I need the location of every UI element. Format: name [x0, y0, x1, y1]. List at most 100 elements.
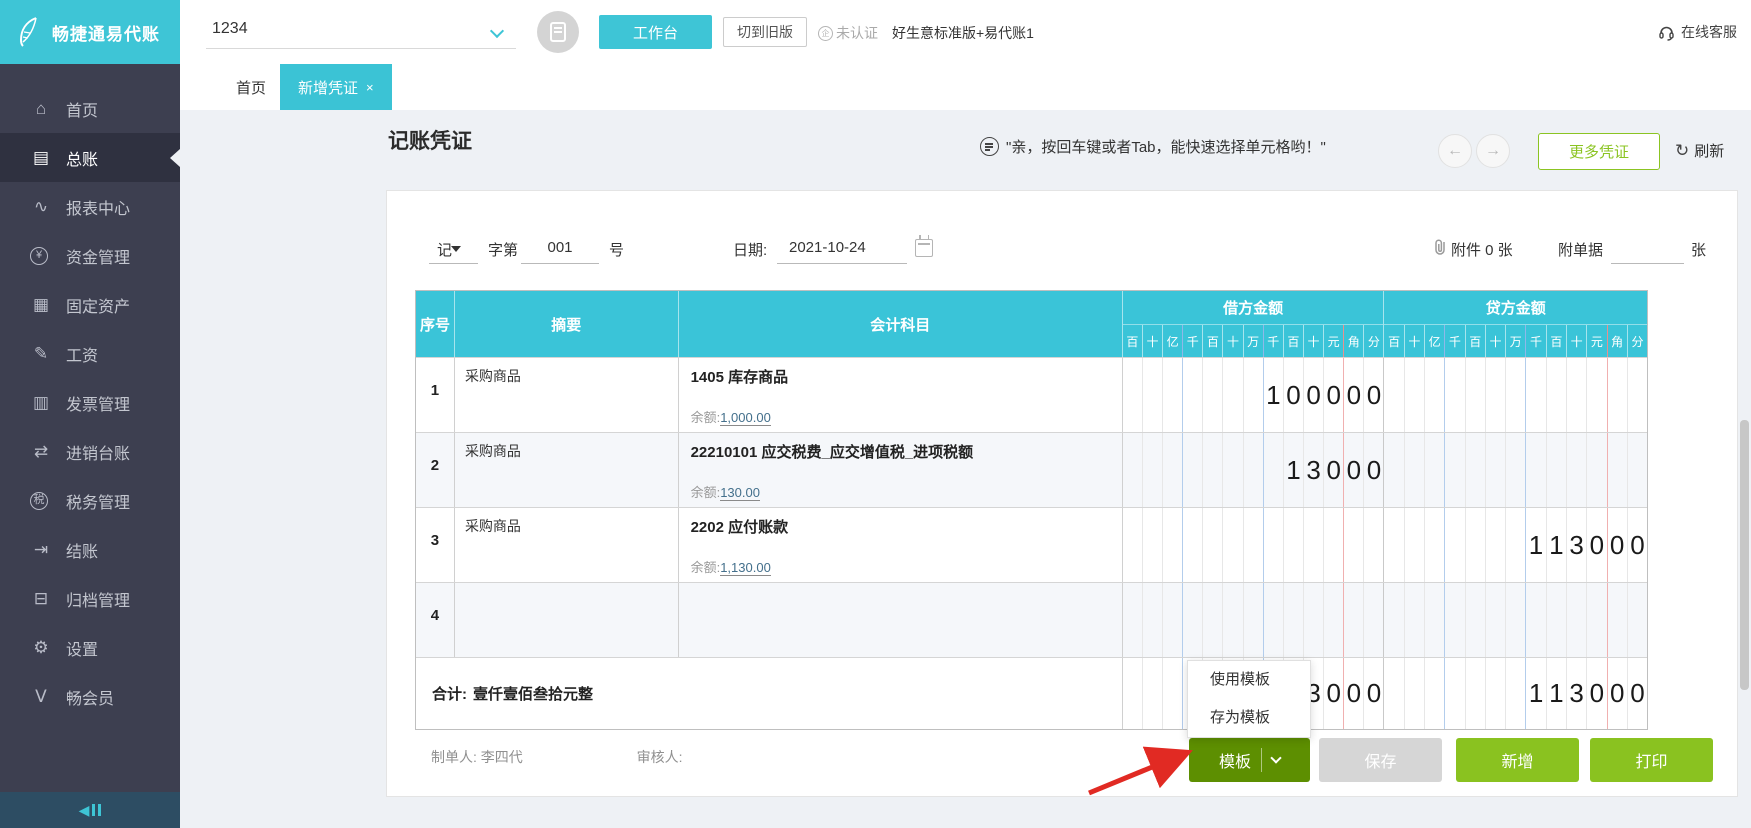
digit-cell[interactable]	[1183, 508, 1203, 582]
voucher-word-select[interactable]: 记	[437, 239, 452, 260]
digit-cell[interactable]	[1506, 433, 1526, 507]
total-credit-amount[interactable]: 113000	[1384, 658, 1647, 729]
digit-cell[interactable]	[1506, 658, 1526, 729]
digit-cell[interactable]	[1587, 358, 1607, 432]
digit-cell[interactable]: 3	[1304, 433, 1324, 507]
digit-cell[interactable]: 1	[1284, 433, 1304, 507]
sidebar-item-发票管理[interactable]: ▥发票管理	[0, 378, 180, 427]
sidebar-item-结账[interactable]: ⇥结账	[0, 525, 180, 574]
digit-cell[interactable]	[1123, 583, 1143, 657]
digit-cell[interactable]: 0	[1364, 433, 1383, 507]
digit-cell[interactable]: 1	[1264, 358, 1284, 432]
digit-cell[interactable]	[1506, 583, 1526, 657]
scrollbar-thumb[interactable]	[1740, 420, 1749, 690]
digit-cell[interactable]	[1143, 433, 1163, 507]
row3-debit-amount[interactable]	[1123, 508, 1385, 582]
digit-cell[interactable]	[1123, 358, 1143, 432]
digit-cell[interactable]	[1608, 433, 1628, 507]
sidebar-item-归档管理[interactable]: ⊟归档管理	[0, 574, 180, 623]
online-service-link[interactable]: 在线客服	[1658, 22, 1737, 42]
row-summary-cell[interactable]: 采购商品	[455, 358, 679, 432]
digit-cell[interactable]	[1203, 433, 1223, 507]
digit-cell[interactable]	[1123, 658, 1143, 729]
digit-cell[interactable]	[1425, 658, 1445, 729]
sidebar-item-畅会员[interactable]: Ⅴ畅会员	[0, 672, 180, 721]
digit-cell[interactable]	[1405, 433, 1425, 507]
digit-cell[interactable]: 0	[1628, 508, 1647, 582]
digit-cell[interactable]	[1567, 433, 1587, 507]
digit-cell[interactable]	[1244, 433, 1264, 507]
digit-cell[interactable]	[1425, 508, 1445, 582]
digit-cell[interactable]	[1466, 433, 1486, 507]
more-vouchers-button[interactable]: 更多凭证	[1538, 133, 1660, 170]
sidebar-item-进销台账[interactable]: ⇄进销台账	[0, 427, 180, 476]
row-summary-cell[interactable]: 采购商品	[455, 433, 679, 507]
digit-cell[interactable]	[1223, 508, 1243, 582]
digit-cell[interactable]	[1587, 583, 1607, 657]
row-account-cell[interactable]: 1405 库存商品余额:1,000.00	[679, 358, 1123, 432]
calendar-icon[interactable]	[915, 239, 933, 257]
next-voucher-button[interactable]: →	[1476, 134, 1510, 168]
row1-credit-amount[interactable]	[1384, 358, 1647, 432]
digit-cell[interactable]: 0	[1628, 658, 1647, 729]
sidebar-item-税务管理[interactable]: 税税务管理	[0, 476, 180, 525]
digit-cell[interactable]	[1608, 358, 1628, 432]
template-button[interactable]: 模板	[1189, 738, 1310, 782]
digit-cell[interactable]: 0	[1364, 658, 1383, 729]
digit-cell[interactable]	[1526, 358, 1546, 432]
digit-cell[interactable]	[1506, 358, 1526, 432]
digit-cell[interactable]: 0	[1324, 658, 1344, 729]
digit-cell[interactable]	[1364, 508, 1383, 582]
digit-cell[interactable]: 1	[1547, 658, 1567, 729]
digit-cell[interactable]	[1405, 358, 1425, 432]
sidebar-item-总账[interactable]: ▤总账	[0, 133, 180, 182]
digit-cell[interactable]	[1425, 583, 1445, 657]
digit-cell[interactable]	[1608, 583, 1628, 657]
row2-debit-amount[interactable]: 13000	[1123, 433, 1385, 507]
digit-cell[interactable]	[1466, 583, 1486, 657]
close-icon[interactable]: ×	[366, 80, 374, 95]
digit-cell[interactable]	[1466, 358, 1486, 432]
digit-cell[interactable]	[1425, 433, 1445, 507]
digit-cell[interactable]	[1183, 583, 1203, 657]
digit-cell[interactable]	[1384, 508, 1404, 582]
digit-cell[interactable]	[1445, 433, 1465, 507]
row-account-cell[interactable]: 22210101 应交税费_应交增值税_进项税额余额:130.00	[679, 433, 1123, 507]
digit-cell[interactable]: 0	[1587, 508, 1607, 582]
row-summary-cell[interactable]: 采购商品	[455, 508, 679, 582]
digit-cell[interactable]: 0	[1324, 358, 1344, 432]
digit-cell[interactable]: 0	[1344, 358, 1364, 432]
digit-cell[interactable]	[1405, 508, 1425, 582]
digit-cell[interactable]	[1223, 433, 1243, 507]
date-input[interactable]: 2021-10-24	[789, 239, 866, 256]
digit-cell[interactable]	[1466, 658, 1486, 729]
digit-cell[interactable]	[1486, 358, 1506, 432]
digit-cell[interactable]	[1244, 508, 1264, 582]
digit-cell[interactable]	[1405, 583, 1425, 657]
digit-cell[interactable]	[1244, 583, 1264, 657]
digit-cell[interactable]	[1284, 508, 1304, 582]
account-select[interactable]: 1234	[212, 20, 512, 38]
digit-cell[interactable]	[1143, 508, 1163, 582]
digit-cell[interactable]: 0	[1344, 433, 1364, 507]
digit-cell[interactable]: 0	[1364, 358, 1383, 432]
row-account-cell[interactable]	[679, 583, 1123, 657]
digit-cell[interactable]	[1163, 508, 1183, 582]
workbench-button[interactable]: 工作台	[599, 15, 712, 49]
tab-首页[interactable]: 首页	[218, 64, 284, 110]
digit-cell[interactable]	[1143, 358, 1163, 432]
sidebar-item-报表中心[interactable]: ∿报表中心	[0, 182, 180, 231]
attachment-count-link[interactable]: 附件 0 张	[1451, 239, 1513, 260]
digit-cell[interactable]: 0	[1608, 658, 1628, 729]
digit-cell[interactable]	[1264, 433, 1284, 507]
menu-item-存为模板[interactable]: 存为模板	[1188, 699, 1310, 737]
digit-cell[interactable]	[1223, 583, 1243, 657]
digit-cell[interactable]	[1143, 583, 1163, 657]
row-account-cell[interactable]: 2202 应付账款余额:1,130.00	[679, 508, 1123, 582]
digit-cell[interactable]	[1384, 358, 1404, 432]
digit-cell[interactable]: 1	[1526, 658, 1546, 729]
digit-cell[interactable]	[1486, 433, 1506, 507]
digit-cell[interactable]	[1466, 508, 1486, 582]
digit-cell[interactable]: 0	[1344, 658, 1364, 729]
digit-cell[interactable]	[1547, 433, 1567, 507]
